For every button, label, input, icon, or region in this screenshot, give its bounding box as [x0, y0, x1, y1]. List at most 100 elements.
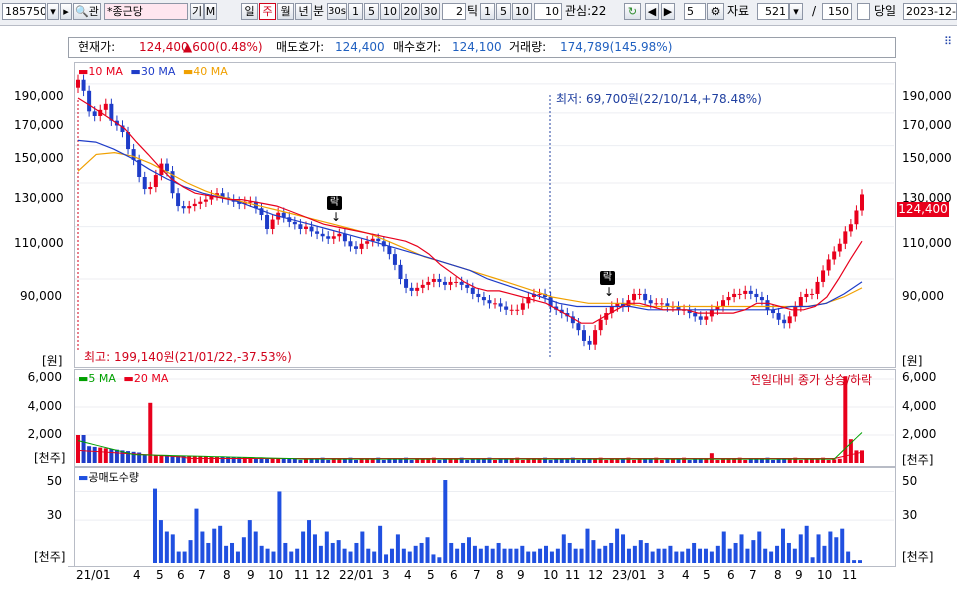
x-tick-label: 11 [294, 568, 310, 582]
x-tick-label: 4 [133, 568, 141, 582]
short-sale-bar [259, 545, 264, 563]
short-sale-bar [810, 557, 815, 563]
short-sale-bar [514, 548, 519, 563]
short-y-tick-right: 30 [902, 508, 918, 522]
candle-body [520, 303, 525, 310]
candle-body [92, 111, 97, 116]
candle-body [848, 224, 853, 232]
candle-body [337, 233, 342, 237]
short-sale-bar [348, 551, 353, 563]
volume-bar [465, 459, 470, 463]
short-sale-bar [846, 551, 851, 563]
candle-body [798, 297, 803, 307]
short-sale-bar [668, 545, 673, 563]
candle-body [292, 221, 297, 225]
x-tick-label: 6 [727, 568, 735, 582]
candle-body [782, 319, 787, 324]
candle-body [648, 300, 653, 304]
short-sale-bar [253, 531, 258, 563]
candle-body [598, 319, 603, 331]
x-tick-label: 9 [517, 568, 525, 582]
candle-body [203, 199, 208, 202]
short-sale-bar [561, 534, 566, 563]
short-sale-bar [247, 520, 252, 563]
volume-bar [548, 459, 553, 463]
short-sale-bar [176, 551, 181, 563]
short-sale-bar [840, 528, 845, 563]
vol-y-tick-right: 6,000 [902, 370, 937, 384]
volume-bar [354, 459, 359, 463]
candle-body [654, 303, 659, 305]
volume-bar [226, 456, 231, 463]
short-sale-bar [324, 531, 329, 563]
legend-ma30: 30 MA [140, 65, 176, 78]
candle-body [576, 323, 581, 331]
short-sale-bar [816, 534, 821, 563]
short-sale-bar [484, 545, 489, 563]
candle-body [354, 246, 359, 249]
candle-body [643, 293, 648, 301]
short-sale-bar [674, 551, 679, 563]
short-sale-bar [360, 531, 365, 563]
volume-bar [159, 455, 164, 463]
short-sale-bar [763, 548, 768, 563]
short-unit-left: [천주] [34, 550, 66, 564]
candle-body [415, 287, 420, 291]
short-sale-bar [425, 537, 430, 563]
short-sale-bar [443, 480, 448, 563]
candle-body [81, 79, 86, 91]
short-sale-bar [520, 545, 525, 563]
short-y-tick-left: 30 [46, 508, 62, 522]
volume-bar [526, 459, 531, 463]
volume-bar [87, 446, 92, 463]
candle-body [442, 281, 447, 285]
candle-body [187, 206, 192, 209]
x-tick-label: 3 [657, 568, 665, 582]
candle-body [732, 293, 737, 298]
short-sale-bar [573, 548, 578, 563]
candle-body [693, 313, 698, 317]
candle-body [759, 297, 764, 301]
volume-bar [192, 456, 197, 463]
y-tick-right: 170,000 [902, 118, 952, 132]
short-sale-bar [307, 520, 312, 563]
vol-y-tick-left: 6,000 [27, 370, 62, 384]
candle-body [87, 90, 92, 112]
volume-bar [326, 459, 331, 463]
short-sale-bar [170, 534, 175, 563]
x-tick-label: 6 [177, 568, 185, 582]
short-sale-bar [698, 548, 703, 563]
short-sale-bar [686, 548, 691, 563]
volume-bar [581, 459, 586, 463]
short-sale-bar [786, 542, 791, 563]
volume-bar [409, 459, 414, 463]
short-sale-bar [709, 551, 714, 563]
volume-bar [303, 459, 308, 463]
candle-body [265, 214, 270, 229]
volume-bar [153, 455, 158, 463]
volume-bar [209, 456, 214, 463]
short-sale-bar [591, 540, 596, 563]
short-y-tick-right: 50 [902, 474, 918, 488]
short-sale-bar [206, 542, 211, 563]
short-sale-bar [745, 548, 750, 563]
candle-body [854, 210, 859, 225]
candle-body [392, 254, 397, 265]
candle-body [587, 340, 592, 345]
volume-bar [298, 459, 303, 463]
volume-bar [281, 458, 286, 463]
short-sale-bar [751, 540, 756, 563]
candle-body [315, 231, 320, 234]
candle-body [720, 300, 725, 307]
y-tick-left: 170,000 [14, 118, 64, 132]
volume-bar [854, 450, 859, 463]
candle-body [465, 284, 470, 288]
x-tick-label: 10 [543, 568, 559, 582]
candle-body [404, 279, 409, 288]
short-sale-bar [431, 554, 436, 563]
volume-bar [387, 459, 392, 463]
candle-body [470, 287, 475, 294]
candle-body [270, 219, 275, 229]
volume-bar [804, 459, 809, 463]
short-sale-bar [496, 542, 501, 563]
